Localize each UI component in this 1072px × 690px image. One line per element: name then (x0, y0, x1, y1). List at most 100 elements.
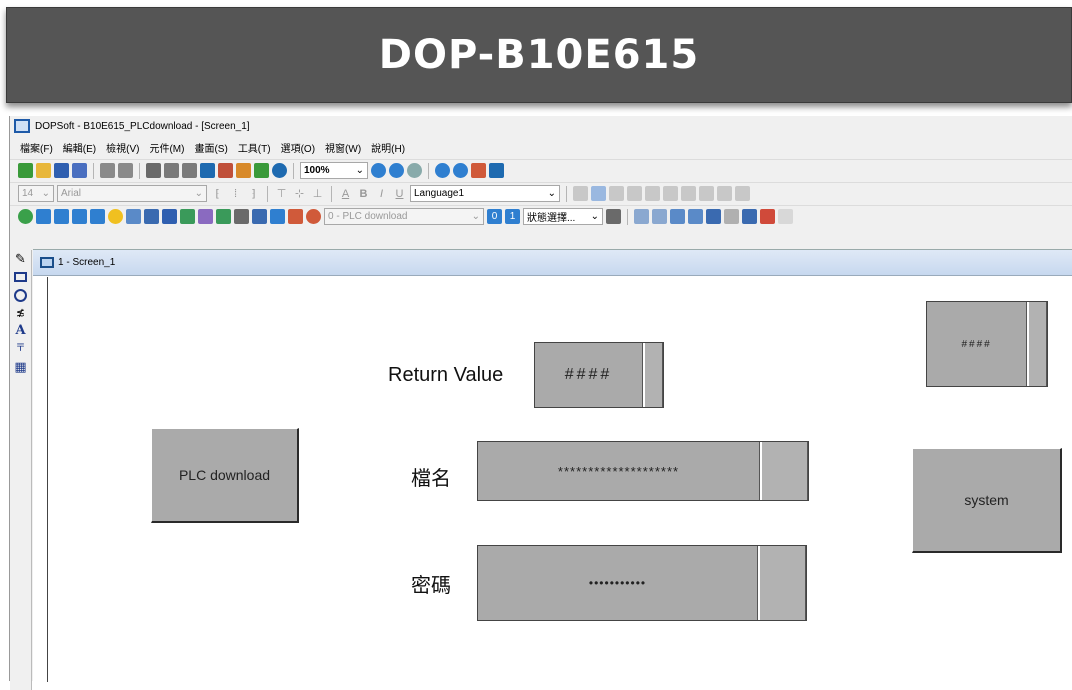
plc-download-button[interactable]: PLC download (151, 428, 299, 523)
state-0-button[interactable]: 0 (487, 209, 502, 224)
table-icon[interactable]: ▦ (14, 360, 28, 374)
keypad-element-icon[interactable] (234, 209, 249, 224)
property-icon[interactable] (606, 209, 621, 224)
button-element-icon[interactable] (18, 209, 33, 224)
same-size-icon[interactable] (681, 186, 696, 201)
valign-middle-icon[interactable]: ⊹ (292, 187, 307, 200)
copy-icon[interactable] (164, 163, 179, 178)
open-folder-icon[interactable] (36, 163, 51, 178)
menu-options[interactable]: 選項(O) (281, 140, 315, 155)
sampling-element-icon[interactable] (198, 209, 213, 224)
rectangle-icon[interactable] (14, 270, 28, 284)
forward-icon[interactable] (471, 163, 486, 178)
same-height-icon[interactable] (663, 186, 678, 201)
bold-icon[interactable]: B (356, 188, 371, 200)
line-style-icon[interactable] (573, 186, 588, 201)
zoom-in-icon[interactable] (371, 163, 386, 178)
zoom-select[interactable]: 100% ⌄ (300, 162, 368, 179)
date-element-icon[interactable] (288, 209, 303, 224)
prev-screen-icon[interactable] (634, 209, 649, 224)
system-button[interactable]: system (912, 448, 1062, 553)
align-objects-icon[interactable] (609, 186, 624, 201)
simulate-icon[interactable] (254, 163, 269, 178)
screen-canvas[interactable]: PLC download Return Value #### #### 檔名 *… (47, 277, 1072, 682)
valign-top-icon[interactable]: ⊤ (274, 187, 289, 200)
screen-select[interactable]: 0 - PLC download ⌄ (324, 208, 484, 225)
save-all-icon[interactable] (72, 163, 87, 178)
menu-edit[interactable]: 編輯(E) (63, 140, 96, 155)
align-right-icon[interactable]: ⁆ (246, 187, 261, 200)
menu-file[interactable]: 檔案(F) (20, 140, 53, 155)
state-select[interactable]: 狀態選擇... ⌄ (523, 208, 603, 225)
menu-window[interactable]: 視窗(W) (325, 140, 361, 155)
undo-icon[interactable] (100, 163, 115, 178)
top-align-icon[interactable] (717, 186, 732, 201)
pipe-element-icon[interactable] (72, 209, 87, 224)
history-element-icon[interactable] (252, 209, 267, 224)
paste-icon[interactable] (182, 163, 197, 178)
bar-element-icon[interactable] (54, 209, 69, 224)
other-element-icon[interactable] (306, 209, 321, 224)
font-name-select[interactable]: Arial ⌄ (57, 185, 207, 202)
screen-list-icon[interactable] (670, 209, 685, 224)
fill-color-icon[interactable] (591, 186, 606, 201)
meter-element-icon[interactable] (36, 209, 51, 224)
align-center-icon[interactable]: ⁞ (228, 188, 243, 200)
bottom-align-icon[interactable] (735, 186, 750, 201)
menu-view[interactable]: 檢視(V) (106, 140, 139, 155)
italic-icon[interactable]: I (374, 188, 389, 200)
center-icon[interactable] (699, 186, 714, 201)
text-icon[interactable]: A (14, 324, 28, 338)
circle-icon[interactable] (14, 288, 28, 302)
alarm-element-icon[interactable] (216, 209, 231, 224)
same-width-icon[interactable] (645, 186, 660, 201)
input-element-icon[interactable] (144, 209, 159, 224)
grid-icon[interactable] (778, 209, 793, 224)
screen-tab[interactable]: 1 - Screen_1 (33, 250, 1072, 276)
distribute-icon[interactable] (627, 186, 642, 201)
download-icon[interactable] (236, 163, 251, 178)
screen-new-icon[interactable] (706, 209, 721, 224)
align-left-icon[interactable]: ⁅ (210, 187, 225, 200)
screen-close-icon[interactable] (724, 209, 739, 224)
underline-icon[interactable]: U (392, 188, 407, 200)
menu-help[interactable]: 說明(H) (371, 140, 405, 155)
save-icon[interactable] (54, 163, 69, 178)
pie-element-icon[interactable] (90, 209, 105, 224)
state-1-button[interactable]: 1 (505, 209, 520, 224)
new-file-icon[interactable] (18, 163, 33, 178)
redo-icon[interactable] (118, 163, 133, 178)
corner-display[interactable]: #### (926, 301, 1048, 387)
scale-icon[interactable]: 〒 (14, 342, 28, 356)
cut-icon[interactable] (146, 163, 161, 178)
compile-icon[interactable] (218, 163, 233, 178)
lamp-element-icon[interactable] (108, 209, 123, 224)
polyline-icon[interactable]: ≴ (14, 306, 28, 320)
graphic-element-icon[interactable] (126, 209, 141, 224)
menu-element[interactable]: 元件(M) (149, 140, 184, 155)
return-value-display[interactable]: #### (534, 342, 664, 408)
next-screen-icon[interactable] (652, 209, 667, 224)
font-color-icon[interactable]: A (338, 188, 353, 200)
menu-screen[interactable]: 畫面(S) (194, 140, 227, 155)
screen-copy-icon[interactable] (688, 209, 703, 224)
find-icon[interactable] (200, 163, 215, 178)
zoom-out-icon[interactable] (389, 163, 404, 178)
rotate-right-icon[interactable] (453, 163, 468, 178)
valign-bottom-icon[interactable]: ⊥ (310, 187, 325, 200)
table-element-icon[interactable] (270, 209, 285, 224)
numeric-element-icon[interactable] (162, 209, 177, 224)
back-icon[interactable] (489, 163, 504, 178)
password-input[interactable]: ••••••••••• (477, 545, 807, 621)
delete-icon[interactable] (760, 209, 775, 224)
filename-input[interactable]: ******************** (477, 441, 809, 501)
macro-icon[interactable] (742, 209, 757, 224)
menu-tools[interactable]: 工具(T) (238, 140, 271, 155)
info-icon[interactable] (272, 163, 287, 178)
curve-element-icon[interactable] (180, 209, 195, 224)
rotate-left-icon[interactable] (435, 163, 450, 178)
font-size-select[interactable]: 14 ⌄ (18, 185, 54, 202)
language-select[interactable]: Language1 ⌄ (410, 185, 560, 202)
zoom-fit-icon[interactable] (407, 163, 422, 178)
pencil-icon[interactable]: ✎ (14, 252, 28, 266)
